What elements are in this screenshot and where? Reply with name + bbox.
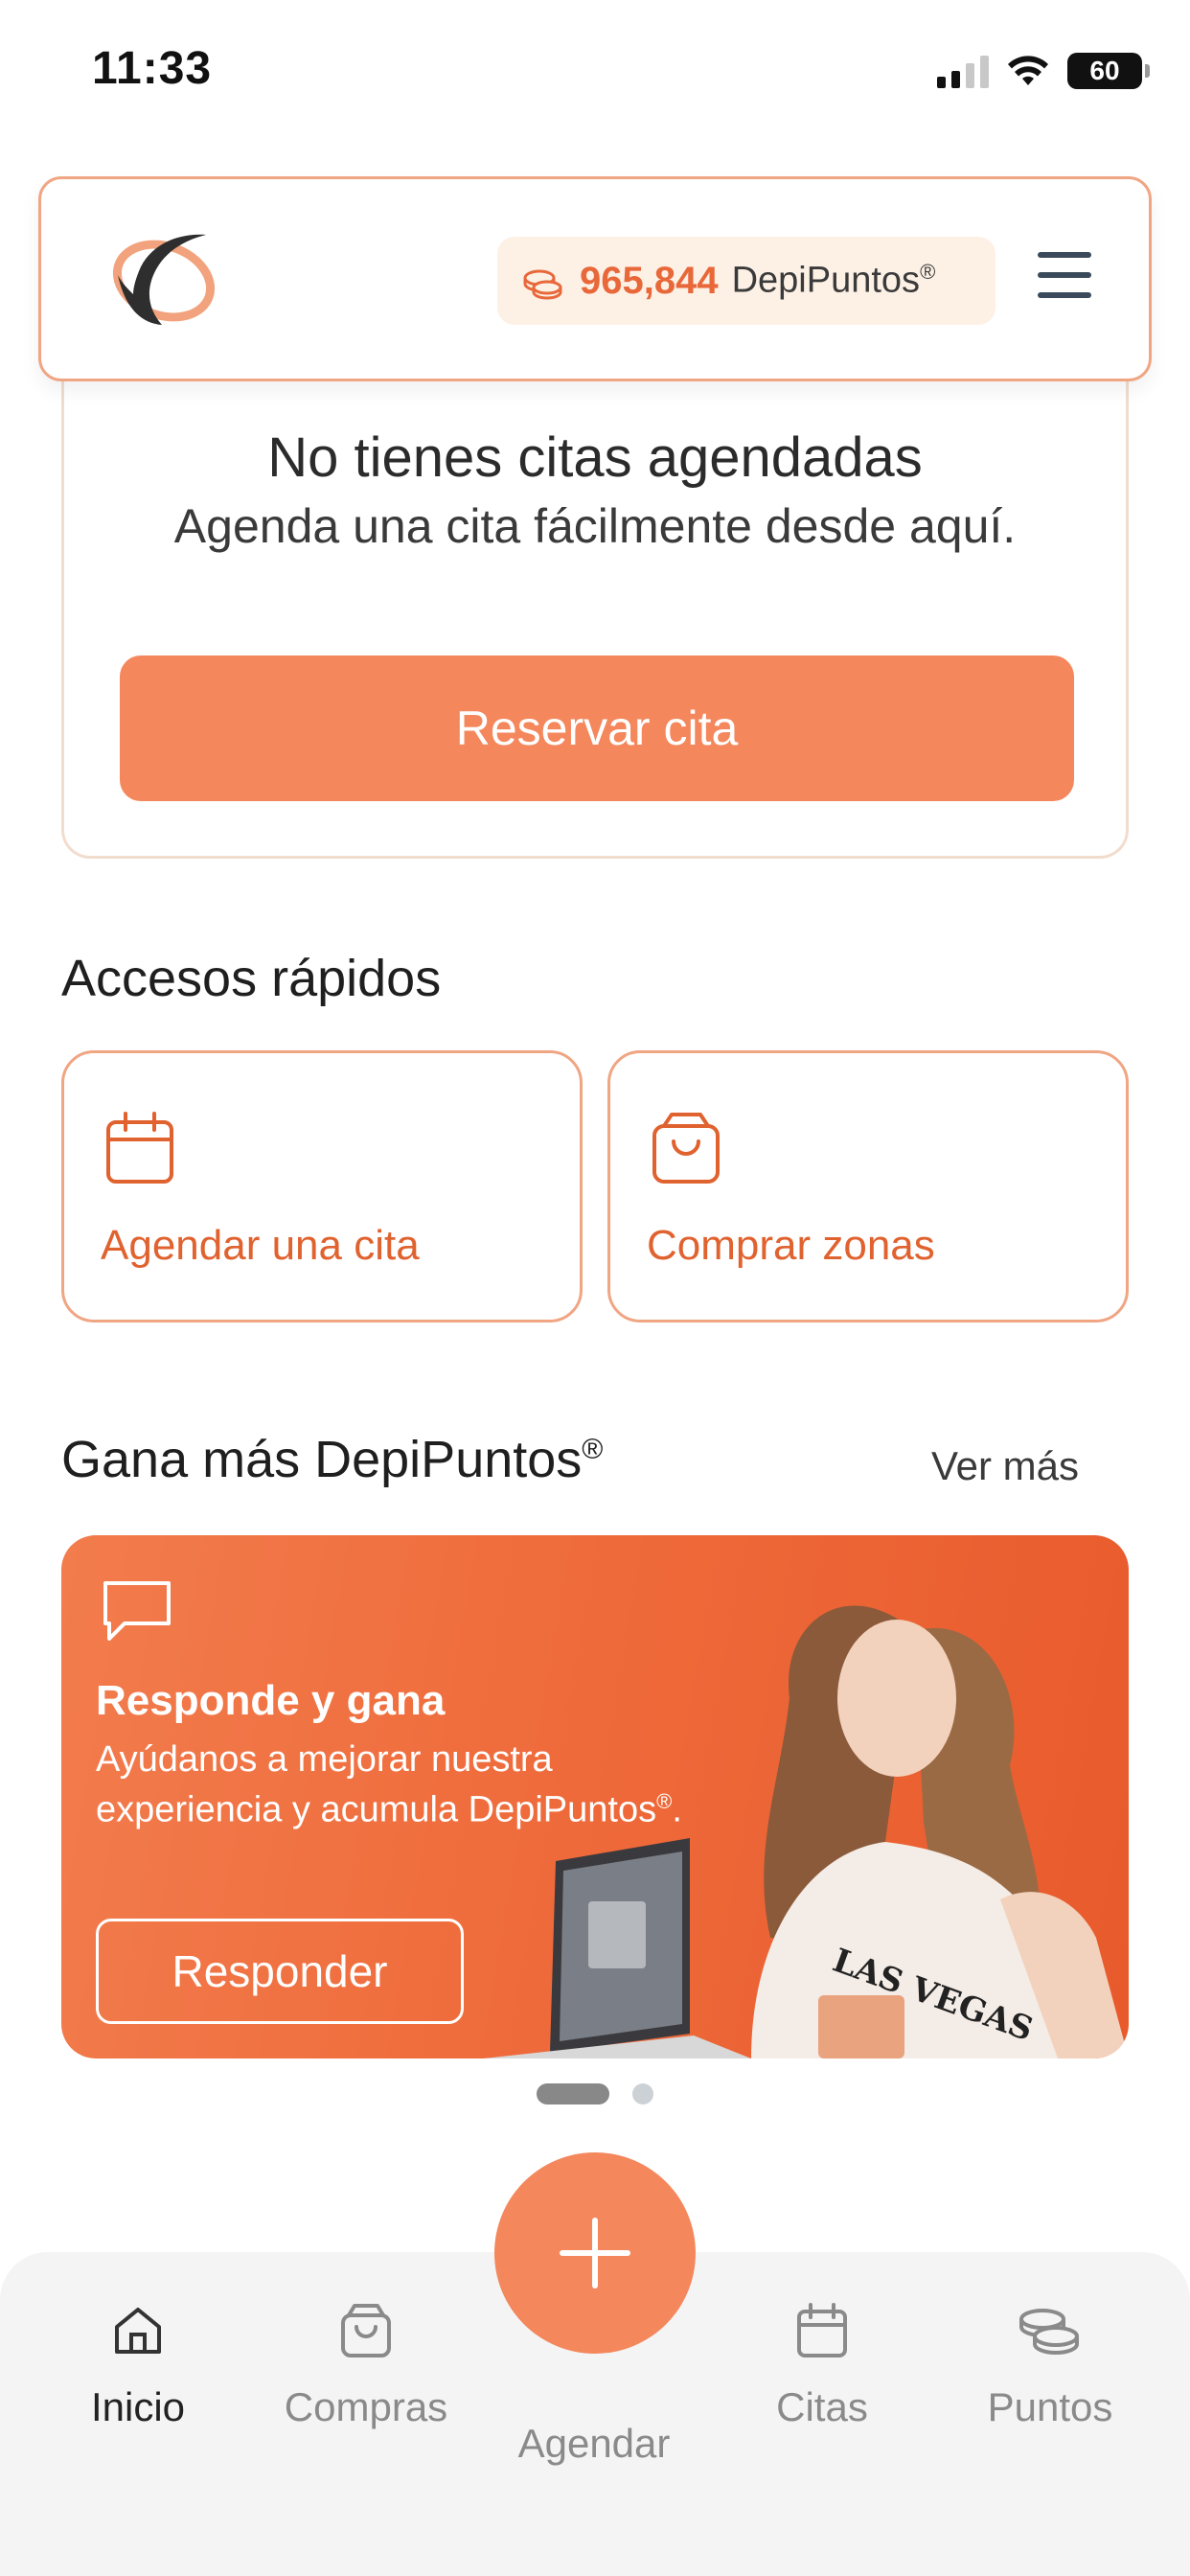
status-bar: 11:33 60 [0,0,1190,144]
carousel-dot-active[interactable] [537,2083,609,2104]
calendar-icon [797,2303,847,2358]
quick-access-schedule[interactable]: Agendar una cita [61,1050,583,1322]
coins-icon [1019,2309,1079,2355]
points-label: DepiPuntos® [731,260,936,301]
nav-item-puntos[interactable]: Puntos [954,2302,1146,2430]
appointments-card: No tienes citas agendadas Agenda una cit… [61,307,1129,859]
shopping-bag-icon [652,1113,720,1184]
laptop-illustration [483,1838,751,2058]
brand-logo[interactable] [99,218,223,342]
chat-bubble-icon [103,1581,171,1641]
nav-item-citas[interactable]: Citas [726,2302,918,2430]
calendar-icon [106,1112,173,1184]
schedule-fab-button[interactable] [494,2152,696,2354]
nav-label: Citas [776,2384,868,2429]
app-header: 965,844 DepiPuntos® [38,176,1152,381]
nav-item-compras[interactable]: Compras [270,2302,462,2430]
survey-banner[interactable]: Responde y gana Ayúdanos a mejorar nuest… [61,1535,1129,2058]
earn-more-title: Gana más DepiPuntos® [61,1431,604,1488]
carousel-dot[interactable] [632,2083,653,2104]
respond-button[interactable]: Responder [96,1919,464,2024]
banner-title: Responde y gana [96,1677,446,1724]
battery-level: 60 [1089,56,1120,85]
reserve-appointment-button[interactable]: Reservar cita [120,656,1074,801]
nav-label: Compras [284,2384,448,2429]
appointments-empty-title: No tienes citas agendadas [267,426,923,489]
nav-label: Agendar [517,2421,671,2466]
nav-label: Puntos [987,2384,1113,2429]
shopping-bag-icon [341,2304,391,2358]
carousel-indicator[interactable] [0,2083,1190,2104]
nav-label: Inicio [90,2384,186,2429]
hamburger-menu-button[interactable] [1038,252,1091,298]
cellular-signal-icon [937,54,989,88]
menu-icon [1038,252,1091,258]
points-balance[interactable]: 965,844 DepiPuntos® [497,237,995,325]
status-time: 11:33 [92,43,213,94]
home-icon [115,2308,161,2354]
nav-item-inicio[interactable]: Inicio [42,2302,234,2430]
quick-access-buy-zones[interactable]: Comprar zonas [607,1050,1129,1322]
appointments-empty-subtitle: Agenda una cita fácilmente desde aquí. [173,499,1017,553]
quick-access-label: Comprar zonas [647,1222,935,1269]
coins-icon [523,269,562,300]
battery-icon: 60 [1067,53,1150,89]
wifi-icon [1008,56,1048,85]
nav-item-agendar[interactable]: Agendar [498,2421,690,2467]
banner-photo: LAS VEGAS [483,1605,1129,2058]
see-more-link[interactable]: Ver más [931,1443,1079,1489]
plus-icon [560,2218,630,2288]
woman-illustration: LAS VEGAS [751,1605,1129,2058]
quick-access-title: Accesos rápidos [61,950,442,1007]
status-icons: 60 [937,48,1150,94]
points-value: 965,844 [580,259,719,302]
quick-access-label: Agendar una cita [101,1222,420,1269]
